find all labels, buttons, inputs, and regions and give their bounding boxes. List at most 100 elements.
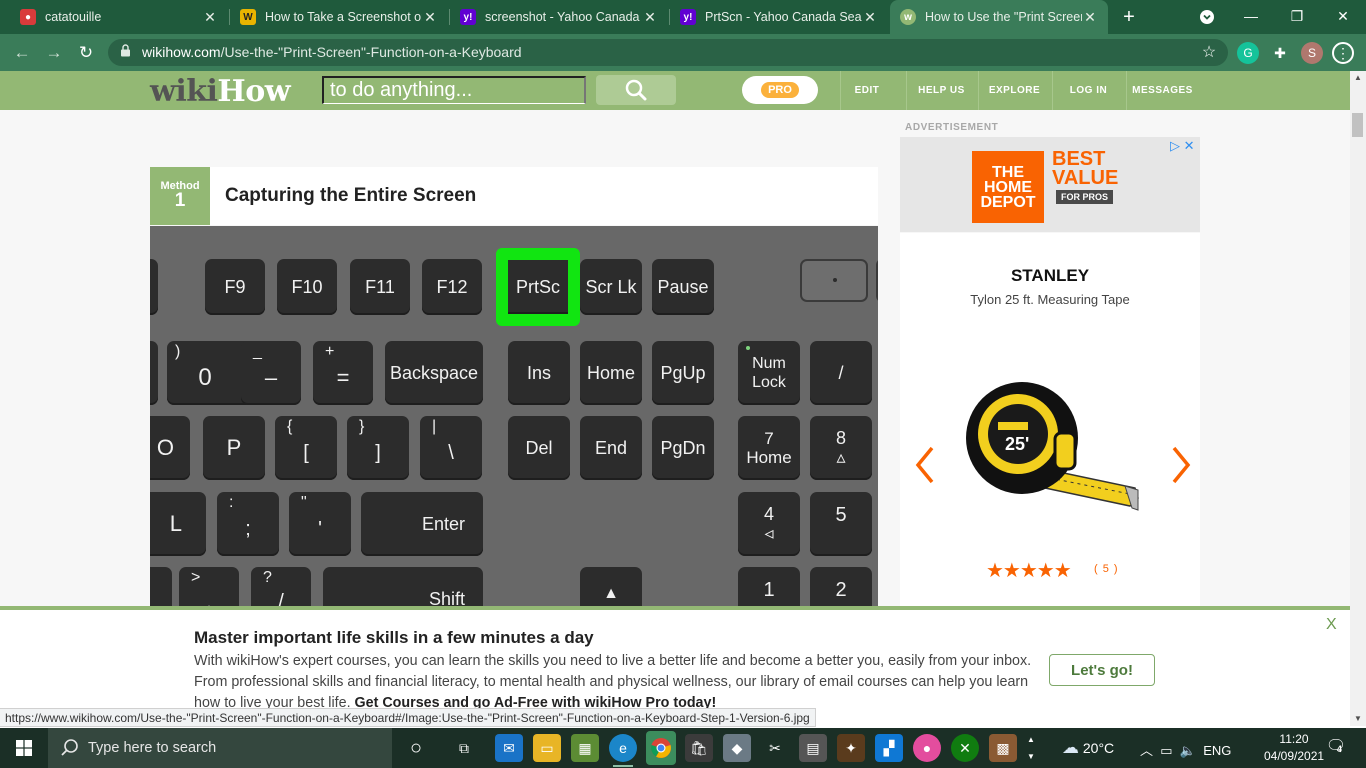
extensions-puzzle-icon[interactable]: ✚ — [1269, 42, 1291, 64]
key-page-down: PgDn — [652, 416, 714, 480]
pro-button[interactable]: PRO — [742, 76, 818, 104]
key-f9: F9 — [205, 259, 265, 315]
tab-search-icon[interactable] — [1184, 0, 1230, 34]
show-hidden-icons-icon[interactable]: ︿ — [1140, 743, 1153, 758]
key-numpad-8: 8 ▵ — [810, 416, 872, 480]
paint-icon[interactable]: ● — [913, 734, 941, 762]
close-tab-icon[interactable]: ✕ — [862, 9, 878, 26]
indicator-light — [833, 278, 837, 282]
weather-widget[interactable]: ☁ 20°C — [1062, 738, 1114, 758]
url-text[interactable]: wikihow.com/Use-the-"Print-Screen"-Funct… — [142, 44, 522, 60]
edge-icon[interactable]: e — [609, 734, 637, 767]
key-quote: " ' — [289, 492, 351, 556]
browser-tab-1[interactable]: ● catatouille ✕ — [10, 0, 228, 34]
roblox-icon[interactable]: ◆ — [723, 734, 751, 762]
task-view-icon[interactable]: ⧉ — [450, 734, 478, 762]
restore-window-button[interactable]: ❐ — [1274, 0, 1320, 34]
grammarly-extension-icon[interactable]: G — [1237, 42, 1259, 64]
profile-avatar[interactable]: S — [1301, 42, 1323, 64]
cortana-icon[interactable]: ○ — [402, 734, 430, 762]
close-tab-icon[interactable]: ✕ — [642, 9, 658, 26]
app-icon[interactable]: ▤ — [799, 734, 827, 762]
minimize-window-button[interactable]: — — [1228, 0, 1274, 34]
home-depot-logo: THE HOME DEPOT — [972, 151, 1044, 223]
c-icon: ● — [20, 9, 36, 25]
snip-sketch-icon[interactable]: ✂ — [761, 734, 789, 762]
indicator-panel-edge — [876, 259, 878, 302]
browser-tab-5-active[interactable]: w How to Use the "Print Screen ✕ — [890, 0, 1108, 34]
bookmark-star-icon[interactable]: ☆ — [1198, 42, 1220, 64]
product-name: Tylon 25 ft. Measuring Tape — [970, 292, 1130, 307]
key-p: P — [203, 416, 265, 480]
battery-icon[interactable]: ▭ — [1160, 743, 1172, 758]
taskbar-clock[interactable]: 11:20 04/09/2021 — [1264, 731, 1324, 765]
xbox-icon[interactable]: ✕ — [951, 734, 979, 762]
start-button[interactable] — [0, 728, 48, 768]
ad-choices-icon[interactable]: ▷ ✕ — [1170, 138, 1195, 154]
reload-icon[interactable]: ↻ — [74, 41, 98, 65]
key-scroll-lock: Scr Lk — [580, 259, 642, 315]
chrome-icon[interactable] — [646, 731, 676, 765]
browser-tab-3[interactable]: y! screenshot - Yahoo Canada S ✕ — [450, 0, 668, 34]
scroll-down-arrow-icon[interactable]: ▼ — [1354, 714, 1362, 723]
store-icon[interactable]: 🛍 — [685, 734, 713, 762]
back-arrow-icon[interactable]: ← — [10, 41, 34, 65]
banner-close-button[interactable]: X — [1326, 616, 1337, 634]
scroll-up-arrow-icon[interactable]: ▲ — [1354, 73, 1362, 82]
key-numpad-7: 7 Home — [738, 416, 800, 480]
nav-log-in[interactable]: LOG IN — [1052, 71, 1124, 110]
taskbar-scroll-arrows[interactable]: ▲ ▼ — [1026, 731, 1036, 765]
language-indicator[interactable]: ENG — [1203, 743, 1231, 758]
close-tab-icon[interactable]: ✕ — [422, 9, 438, 26]
cloud-icon: ☁ — [1062, 738, 1079, 757]
browser-menu-icon[interactable]: ⋮ — [1332, 42, 1354, 64]
chevron-right-icon[interactable] — [1166, 440, 1196, 490]
wikihow-logo[interactable]: wikiHow — [150, 74, 291, 109]
nav-help-us[interactable]: HELP US — [906, 71, 976, 110]
key-partial — [150, 341, 158, 405]
browser-tab-4[interactable]: y! PrtScn - Yahoo Canada Searc ✕ — [670, 0, 888, 34]
scrollbar-thumb[interactable] — [1352, 113, 1363, 137]
w-icon: W — [240, 9, 256, 25]
minecraft-launcher-icon[interactable]: ▩ — [989, 734, 1017, 762]
windows-app-icon[interactable]: ▞ — [875, 734, 903, 762]
notification-center-icon[interactable]: 🗨 4 — [1322, 736, 1350, 760]
page-scrollbar[interactable] — [1350, 71, 1366, 726]
key-left-bracket: {[ — [275, 416, 337, 480]
mail-icon[interactable]: ✉ — [495, 734, 523, 762]
measuring-tape-image: 25' — [966, 382, 1139, 511]
key-l: L — [150, 492, 206, 556]
keyboard-step-image[interactable]: F9 F10 F11 F12 PrtSc Scr Lk Pause ) 0 _ – … — [150, 226, 878, 606]
file-explorer-icon[interactable]: ▭ — [533, 734, 561, 762]
search-button[interactable] — [596, 75, 676, 105]
key-f10: F10 — [277, 259, 337, 315]
key-pause: Pause — [652, 259, 714, 315]
wikihow-search-input[interactable] — [322, 76, 586, 104]
new-tab-button[interactable]: + — [1116, 6, 1142, 28]
system-tray[interactable]: ︿ ▭ 🔈 ENG — [1140, 740, 1231, 759]
forward-arrow-icon[interactable]: → — [42, 41, 66, 65]
key-prtsc-highlighted: PrtSc — [496, 248, 580, 326]
taskbar-search-box[interactable]: Type here to search — [48, 728, 392, 768]
key-equals: + = — [313, 341, 373, 405]
key-backslash: | \ — [420, 416, 482, 480]
lock-icon[interactable] — [120, 44, 132, 58]
chevron-left-icon[interactable] — [910, 440, 940, 490]
nav-explore[interactable]: EXPLORE — [978, 71, 1050, 110]
yahoo-icon: y! — [460, 9, 476, 25]
nav-messages[interactable]: MESSAGES — [1126, 71, 1198, 110]
minecraft-icon[interactable]: ▦ — [571, 734, 599, 762]
volume-icon[interactable]: 🔈 — [1180, 743, 1196, 758]
key-end: End — [580, 416, 642, 480]
close-window-button[interactable]: ✕ — [1320, 0, 1366, 34]
close-tab-icon[interactable]: ✕ — [202, 9, 218, 26]
lets-go-button[interactable]: Let's go! — [1049, 654, 1155, 686]
browser-tab-2[interactable]: W How to Take a Screenshot on ✕ — [230, 0, 448, 34]
key-num-lock: Num Lock — [738, 341, 800, 405]
key-insert: Ins — [508, 341, 570, 405]
close-tab-icon[interactable]: ✕ — [1082, 9, 1098, 26]
home-depot-ad-banner[interactable] — [900, 137, 1200, 232]
game-icon[interactable]: ✦ — [837, 734, 865, 762]
nav-edit[interactable]: EDIT — [840, 71, 893, 110]
key-numpad-2: 2 — [810, 567, 872, 606]
